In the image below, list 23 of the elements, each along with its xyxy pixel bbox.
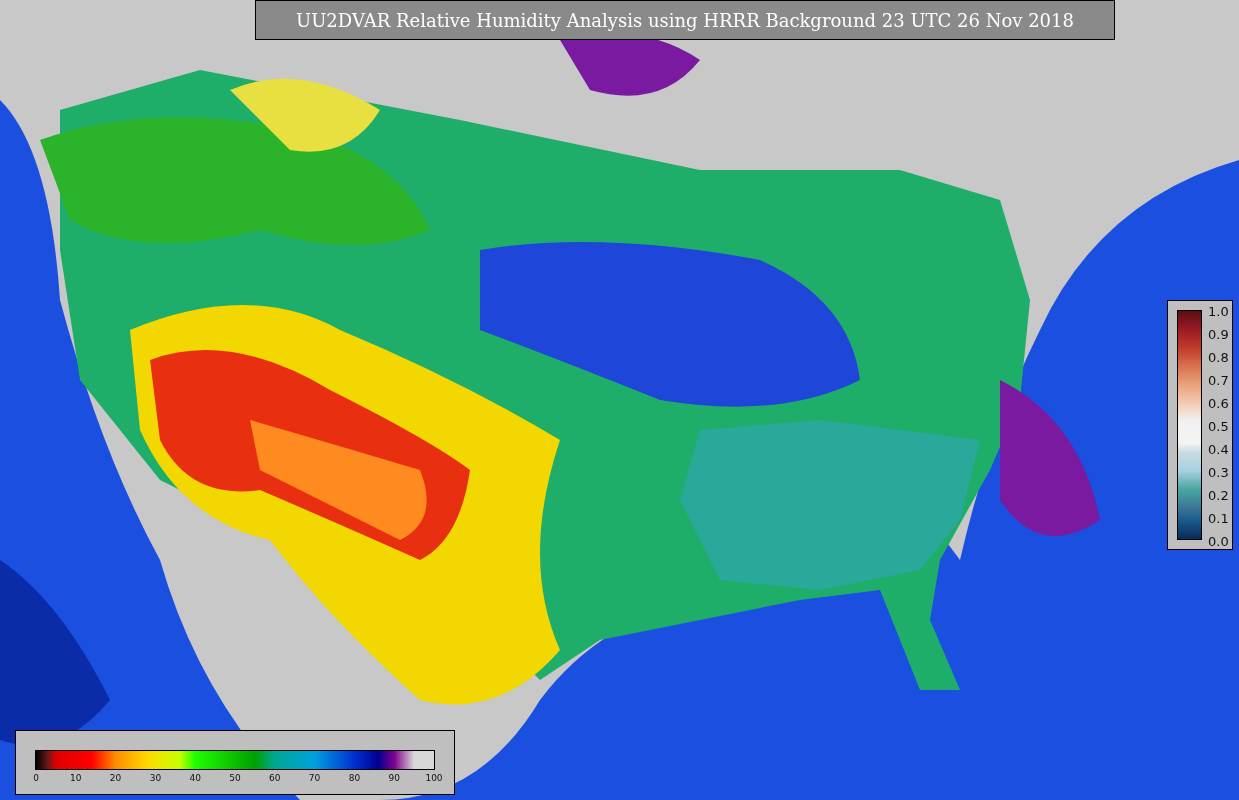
- tick-label: 0.9: [1208, 326, 1229, 342]
- tick-label: 1.0: [1208, 303, 1229, 319]
- tick-label: 0: [33, 773, 39, 783]
- tick-label: 0.5: [1208, 418, 1229, 434]
- tick-label: 100: [425, 773, 443, 783]
- tick-label: 0.8: [1208, 349, 1229, 365]
- tick-label: 0.7: [1208, 372, 1229, 388]
- tick-label: 0.0: [1208, 533, 1229, 549]
- tick-label: 80: [348, 773, 361, 783]
- tick-label: 50: [229, 773, 241, 783]
- map-title: UU2DVAR Relative Humidity Analysis using HRRR Background 23 UTC 26 Nov 2018: [255, 0, 1115, 40]
- tick-label: 0.6: [1208, 395, 1229, 411]
- tick-label: 0.3: [1208, 464, 1229, 480]
- tick-label: 70: [308, 773, 321, 783]
- tick-label: 60: [269, 773, 281, 783]
- tick-label: 40: [189, 773, 201, 783]
- tick-label: 0.2: [1208, 487, 1229, 503]
- tick-label: 10: [70, 773, 82, 783]
- tick-label: 20: [109, 773, 122, 783]
- tick-label: 30: [149, 773, 162, 783]
- tick-label: 90: [388, 773, 400, 783]
- tick-label: 0.4: [1208, 441, 1229, 457]
- tick-label: 0.1: [1208, 510, 1229, 526]
